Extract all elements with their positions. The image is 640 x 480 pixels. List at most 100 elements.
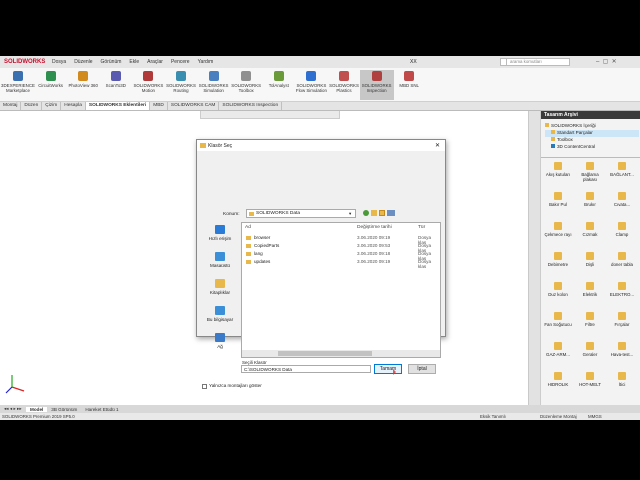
ribbon-button-5[interactable]: SOLIDWORKS Routing	[164, 70, 198, 100]
window-controls[interactable]: – ▢ ✕	[596, 58, 617, 65]
menu-duzenle[interactable]: Düzenle	[70, 59, 96, 65]
column-name-header[interactable]: Ad	[245, 225, 251, 230]
command-tab-1[interactable]: Düzen	[21, 102, 43, 110]
up-folder-icon[interactable]	[371, 210, 377, 216]
folder-icon	[618, 312, 626, 320]
ribbon-button-1[interactable]: CircuitWorks	[34, 70, 68, 100]
library-item[interactable]: Çekmece rayı	[543, 219, 573, 249]
library-tree-item[interactable]: SOLIDWORKS İçeriği	[545, 123, 639, 130]
tab-motion-study[interactable]: Hareket Etüdü 1	[81, 407, 122, 412]
place-this-pc[interactable]: Bu bilgisayar	[200, 306, 240, 330]
library-item[interactable]: doner tabla	[607, 249, 637, 279]
ok-button[interactable]: Tamam	[374, 364, 402, 374]
library-item[interactable]: Fan Soğutucu	[543, 309, 573, 339]
library-item[interactable]: Cıvata...	[607, 189, 637, 219]
task-pane-tab-strip[interactable]	[529, 111, 541, 405]
ribbon-button-label: MBD SNL	[399, 83, 419, 88]
ribbon-button-12[interactable]: MBD SNL	[392, 70, 426, 100]
library-item[interactable]: Geraler	[575, 339, 605, 369]
view-menu-icon[interactable]	[387, 210, 395, 216]
menu-araclar[interactable]: Araçlar	[143, 59, 167, 65]
ribbon-button-8[interactable]: TolAnalyst	[262, 70, 296, 100]
column-date-header[interactable]: Değiştirme tarihi	[357, 225, 392, 230]
library-item[interactable]: Hava-test...	[607, 339, 637, 369]
library-item[interactable]: Duz kolon	[543, 279, 573, 309]
library-item[interactable]: Brukır	[575, 189, 605, 219]
library-item[interactable]: HIDROLIK	[543, 369, 573, 399]
library-item[interactable]: Clamp	[607, 219, 637, 249]
ribbon-button-6[interactable]: SOLIDWORKS Simulation	[197, 70, 231, 100]
ribbon-button-11[interactable]: SOLIDWORKS Inspection	[359, 70, 394, 100]
ribbon-button-0[interactable]: 3DEXPERIENCE Marketplace	[1, 70, 35, 100]
tab-3d-view[interactable]: 3B Görünüm	[47, 407, 81, 412]
status-units[interactable]: MMGS	[588, 414, 602, 419]
menu-ekle[interactable]: Ekle	[125, 59, 143, 65]
file-list[interactable]: Ad Değiştirme tarihi Tür browser 3.06.202…	[241, 222, 441, 358]
library-item[interactable]: Fırçalar	[607, 309, 637, 339]
place-network[interactable]: Ağ	[200, 333, 240, 357]
library-item[interactable]: GAZ-ARM...	[543, 339, 573, 369]
ribbon-button-label: SOLIDWORKS Motion	[133, 83, 164, 93]
command-tab-4[interactable]: SOLIDWORKS Eklentileri	[85, 102, 151, 110]
ribbon-button-4[interactable]: SOLIDWORKS Motion	[131, 70, 165, 100]
dialog-titlebar: Klasör Seç ✕	[197, 140, 445, 151]
selected-folder-field[interactable]: C:\SOLIDWORKS Data	[241, 365, 371, 373]
column-type-header[interactable]: Tür	[418, 225, 425, 230]
assemblies-only-checkbox[interactable]	[202, 384, 207, 389]
tab-nav-arrows[interactable]: ◂◂ ◂ ▸ ▸▸	[0, 406, 26, 412]
file-row[interactable]: lang 3.06.2020 09:18 Dosya klas	[242, 250, 440, 261]
ribbon-button-9[interactable]: SOLIDWORKS Flow Simulation	[294, 70, 328, 100]
file-row[interactable]: browser 3.06.2020 09:19 Dosya klas	[242, 234, 440, 245]
place-desktop[interactable]: Masaüstü	[200, 252, 240, 276]
cancel-button[interactable]: İptal	[408, 364, 436, 374]
command-tab-2[interactable]: Çizim	[42, 102, 62, 110]
ribbon-button-label: ScanTo3D	[105, 83, 126, 88]
command-tab-0[interactable]: Montaj	[0, 102, 22, 110]
library-item[interactable]: Debimetre	[543, 249, 573, 279]
new-folder-icon[interactable]	[379, 210, 385, 216]
library-item[interactable]: Akış kutuları	[543, 159, 573, 189]
library-item[interactable]: İtici	[607, 369, 637, 399]
ribbon-button-10[interactable]: SOLIDWORKS Plastics	[327, 70, 361, 100]
close-icon[interactable]: ✕	[435, 142, 440, 149]
library-item[interactable]: Bağlama plakası	[575, 159, 605, 189]
menu-gorunum[interactable]: Görünüm	[97, 59, 126, 65]
ribbon-button-3[interactable]: ScanTo3D	[99, 70, 133, 100]
tab-model[interactable]: Model	[26, 406, 48, 412]
library-item[interactable]: ELEKTRO...	[607, 279, 637, 309]
library-tree-item[interactable]: 3D ContentCentral	[545, 144, 639, 151]
heads-up-view-toolbar[interactable]	[200, 111, 340, 119]
command-tab-7[interactable]: SOLIDWORKS Inspection	[219, 102, 283, 110]
command-tab-6[interactable]: SOLIDWORKS CAM	[168, 102, 220, 110]
menu-pencere[interactable]: Pencere	[167, 59, 194, 65]
look-in-dropdown[interactable]: SOLIDWORKS Data ▾	[246, 209, 356, 218]
library-item[interactable]: Elektrik	[575, 279, 605, 309]
file-name: lang	[254, 251, 263, 256]
library-item[interactable]: Filtre	[575, 309, 605, 339]
place-quick-access[interactable]: Hızlı erişim	[200, 225, 240, 249]
horizontal-scrollbar[interactable]	[242, 350, 440, 357]
library-item[interactable]: HOT-MELT	[575, 369, 605, 399]
scrollbar-thumb[interactable]	[278, 351, 372, 356]
library-tree-item[interactable]: Standart Parçalar	[545, 130, 639, 137]
file-row[interactable]: CopiedParts 3.06.2020 09:53 Dosya klas	[242, 242, 440, 253]
library-item-label: BAĞLANT...	[610, 172, 634, 177]
place-libraries[interactable]: Kitaplıklar	[200, 279, 240, 303]
library-item[interactable]: BAĞLANT...	[607, 159, 637, 189]
library-tree-item[interactable]: Toolbox	[545, 137, 639, 144]
command-search-input[interactable]: arama komutları	[506, 58, 570, 66]
library-item[interactable]: Cızmak	[575, 219, 605, 249]
back-icon[interactable]	[363, 210, 369, 216]
ribbon-button-7[interactable]: SOLIDWORKS Toolbox	[229, 70, 263, 100]
file-row[interactable]: updates 3.06.2020 09:19 Dosya klas	[242, 258, 440, 269]
command-tab-5[interactable]: MBD	[150, 102, 168, 110]
menu-yardim[interactable]: Yardım	[194, 59, 218, 65]
folder-icon	[249, 212, 254, 216]
library-item[interactable]: Bakır Pul	[543, 189, 573, 219]
folder-icon	[551, 144, 555, 148]
command-tab-3[interactable]: Hesapla	[61, 102, 86, 110]
menu-dosya[interactable]: Dosya	[48, 59, 70, 65]
library-item[interactable]: Dişli	[575, 249, 605, 279]
ribbon-toolbar: 3DEXPERIENCE Marketplace CircuitWorks Phot…	[0, 68, 640, 102]
ribbon-button-2[interactable]: PhotoView 360	[66, 70, 100, 100]
